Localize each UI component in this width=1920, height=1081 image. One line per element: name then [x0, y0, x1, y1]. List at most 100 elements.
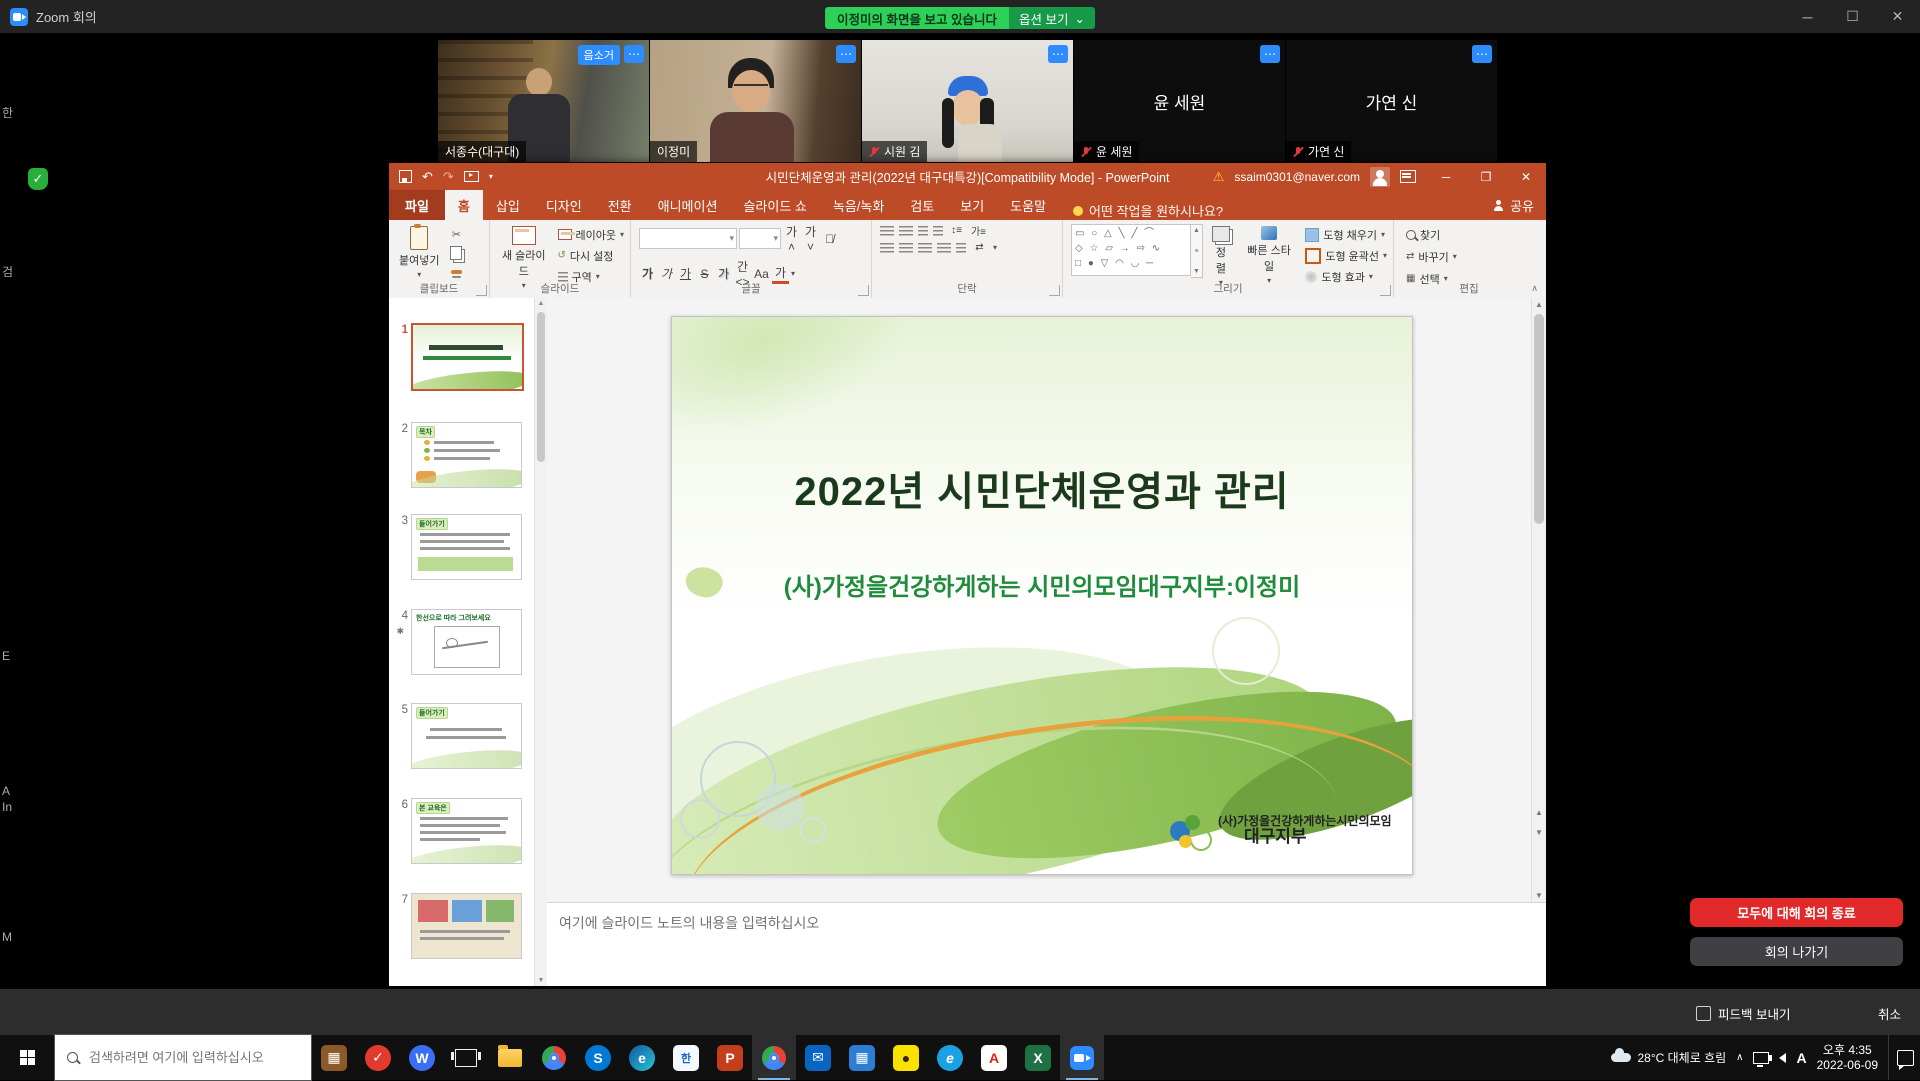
- taskbar-search[interactable]: [54, 1034, 312, 1081]
- numbering-button[interactable]: [899, 226, 913, 236]
- tab-slideshow[interactable]: 슬라이드 쇼: [730, 190, 819, 220]
- zoom-maximize-button[interactable]: ☐: [1830, 8, 1875, 25]
- clear-formatting-button[interactable]: 가̸: [821, 232, 838, 246]
- smartart-convert-button[interactable]: ⇄: [971, 242, 988, 253]
- drawing-dialog-launcher[interactable]: [1380, 285, 1391, 296]
- tab-design[interactable]: 디자인: [533, 190, 595, 220]
- align-left-button[interactable]: [880, 243, 894, 253]
- scroll-up-icon[interactable]: ▲: [535, 300, 547, 307]
- previous-slide-icon[interactable]: ▲: [1532, 808, 1546, 817]
- tab-help[interactable]: 도움말: [997, 190, 1059, 220]
- bold-button[interactable]: 가: [639, 265, 656, 282]
- zoom-minimize-button[interactable]: ─: [1785, 9, 1830, 25]
- find-button[interactable]: 찾기: [1404, 226, 1544, 243]
- format-painter-button[interactable]: [447, 264, 465, 280]
- outlook-icon[interactable]: ✉: [796, 1035, 840, 1080]
- save-icon[interactable]: [399, 170, 412, 183]
- video-tile[interactable]: ⋯ 이정미: [650, 40, 861, 162]
- font-dialog-launcher[interactable]: [858, 285, 869, 296]
- acrobat-icon[interactable]: A: [972, 1035, 1016, 1080]
- collapse-ribbon-icon[interactable]: ∧: [1531, 283, 1538, 294]
- hwp-icon[interactable]: 한: [664, 1035, 708, 1080]
- slide-thumbnail[interactable]: 목차: [411, 422, 522, 488]
- skype-icon[interactable]: S: [576, 1035, 620, 1080]
- copy-button[interactable]: [447, 245, 465, 261]
- warning-icon[interactable]: ⚠: [1213, 169, 1225, 185]
- video-tile[interactable]: ⋯ 시원 김: [862, 40, 1073, 162]
- cancel-button[interactable]: 취소: [1878, 1004, 1901, 1023]
- line-spacing-button[interactable]: ↕≡: [948, 225, 965, 236]
- quick-styles-button[interactable]: 빠른 스타일▾: [1239, 224, 1300, 289]
- shapes-scroll-down-icon[interactable]: ▼: [1193, 268, 1200, 275]
- search-input[interactable]: [87, 1049, 301, 1066]
- participant-more-button[interactable]: ⋯: [1260, 45, 1280, 63]
- slide-canvas[interactable]: 2022년 시민단체운영과 관리 (사)가정을건강하게하는 시민의모임대구지부:…: [671, 316, 1413, 875]
- participant-more-button[interactable]: ⋯: [624, 45, 644, 63]
- account-email[interactable]: ssaim0301@naver.com: [1234, 170, 1360, 184]
- scroll-down-icon[interactable]: ▼: [535, 977, 547, 984]
- slide-thumbnail[interactable]: 한선으로 따라 그려보세요: [411, 609, 522, 675]
- font-size-combobox[interactable]: ▾: [739, 228, 781, 249]
- ribbon-display-options-icon[interactable]: [1400, 170, 1416, 183]
- hancom-app-icon[interactable]: ▦: [312, 1035, 356, 1080]
- tab-file[interactable]: 파일: [389, 190, 445, 220]
- tab-view[interactable]: 보기: [947, 190, 997, 220]
- change-case-button[interactable]: Aa: [753, 267, 770, 281]
- tell-me-search[interactable]: 어떤 작업을 원하시나요?: [1073, 201, 1223, 220]
- internet-explorer-icon[interactable]: e: [928, 1035, 972, 1080]
- start-button[interactable]: [0, 1035, 54, 1080]
- italic-button[interactable]: 가: [658, 265, 675, 282]
- tab-review[interactable]: 검토: [897, 190, 947, 220]
- participant-more-button[interactable]: ⋯: [1472, 45, 1492, 63]
- ppt-minimize-button[interactable]: ─: [1426, 163, 1466, 190]
- slide-thumbnail[interactable]: 들어가기: [411, 703, 522, 769]
- bullets-button[interactable]: [880, 226, 894, 236]
- grow-font-button[interactable]: 가˄: [783, 223, 800, 254]
- align-right-button[interactable]: [918, 243, 932, 253]
- action-center-button[interactable]: [1888, 1035, 1914, 1080]
- file-explorer-icon[interactable]: [488, 1035, 532, 1080]
- quick-access-dropdown-icon[interactable]: ▾: [489, 172, 493, 181]
- paragraph-more-icon[interactable]: ▾: [993, 243, 997, 252]
- paragraph-dialog-launcher[interactable]: [1049, 285, 1060, 296]
- speaker-icon[interactable]: [1779, 1053, 1786, 1063]
- shapes-more-icon[interactable]: ≡: [1194, 248, 1198, 255]
- zoom-icon[interactable]: [1060, 1035, 1104, 1080]
- slide-thumbnail[interactable]: 본 교육은: [411, 798, 522, 864]
- slide-thumbnail[interactable]: 들어가기: [411, 514, 522, 580]
- scroll-down-icon[interactable]: ▼: [1532, 891, 1546, 900]
- decrease-indent-button[interactable]: [918, 226, 928, 236]
- align-center-button[interactable]: [899, 243, 913, 253]
- video-tile[interactable]: 음소거 ⋯ 서종수(대구대): [438, 40, 649, 162]
- increase-indent-button[interactable]: [933, 226, 943, 236]
- leave-meeting-button[interactable]: 회의 나가기: [1690, 937, 1903, 966]
- tab-transitions[interactable]: 전환: [595, 190, 645, 220]
- tab-home[interactable]: 홈: [445, 190, 483, 220]
- underline-button[interactable]: 가: [677, 265, 694, 282]
- ime-indicator[interactable]: A: [1796, 1050, 1806, 1066]
- undo-icon[interactable]: ↶: [422, 169, 433, 185]
- shapes-gallery[interactable]: ▭ ○ △ ╲ ╱ ⌒◇ ☆ ▱ → ⇨ ∿□ ● ▽ ◠ ◡ ─: [1071, 224, 1191, 276]
- edge-icon[interactable]: e: [620, 1035, 664, 1080]
- video-tile[interactable]: 가연 신 ⋯ 가연 신: [1286, 40, 1497, 162]
- notes-pane[interactable]: 여기에 슬라이드 노트의 내용을 입력하십시오: [547, 902, 1546, 986]
- shape-fill-button[interactable]: 도형 채우기▾: [1303, 226, 1389, 243]
- clipboard-dialog-launcher[interactable]: [476, 285, 487, 296]
- font-color-dropdown-icon[interactable]: ▾: [791, 269, 795, 278]
- slide-title[interactable]: 2022년 시민단체운영과 관리: [672, 459, 1412, 517]
- end-meeting-for-all-button[interactable]: 모두에 대해 회의 종료: [1690, 898, 1903, 927]
- slide-scrollbar[interactable]: ▲ ▲ ▼ ▼: [1531, 298, 1546, 902]
- shapes-scroll-up-icon[interactable]: ▲: [1193, 227, 1200, 234]
- ppt-restore-button[interactable]: ❐: [1466, 163, 1506, 190]
- account-avatar[interactable]: [1370, 167, 1390, 187]
- slide-thumbnail[interactable]: [411, 323, 524, 391]
- font-name-combobox[interactable]: ▾: [639, 228, 737, 249]
- shrink-font-button[interactable]: 가˅: [802, 223, 819, 254]
- replace-button[interactable]: ⇄바꾸기▾: [1404, 248, 1544, 265]
- reset-button[interactable]: ↺다시 설정: [556, 247, 627, 264]
- alyac-icon[interactable]: ✓: [356, 1035, 400, 1080]
- hidden-icons-chevron[interactable]: ∧: [1736, 1052, 1743, 1063]
- text-shadow-button[interactable]: 가: [715, 265, 732, 282]
- text-direction-button[interactable]: 가≡: [970, 223, 987, 238]
- justify-button[interactable]: [937, 243, 951, 253]
